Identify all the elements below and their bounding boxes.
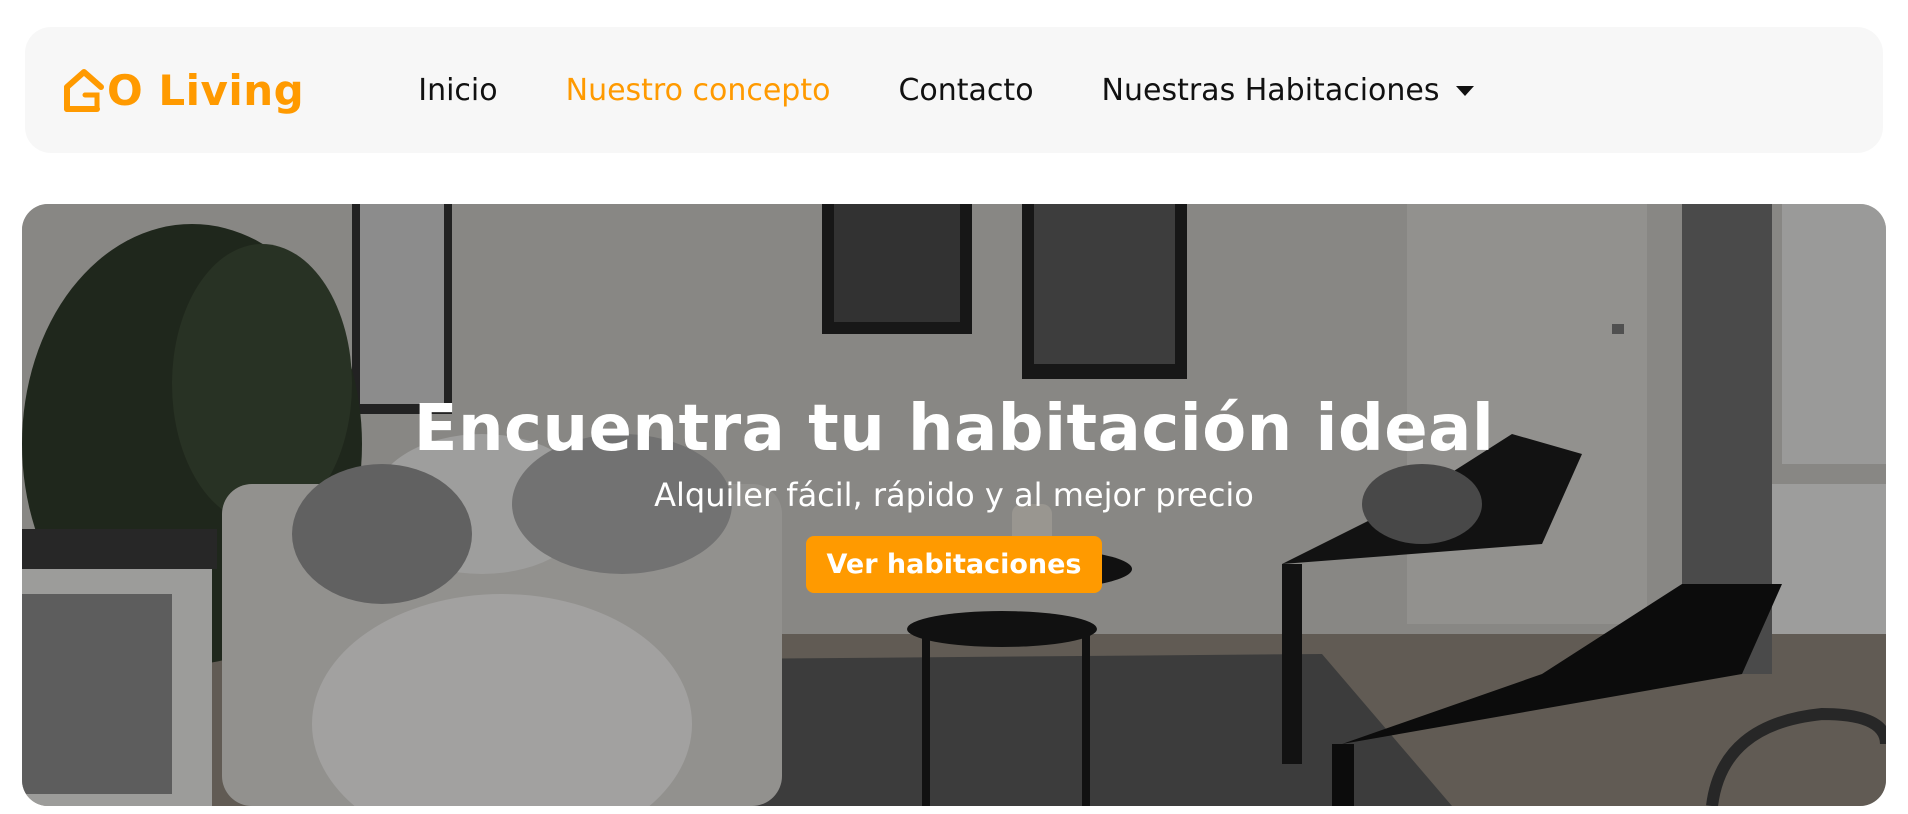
hero-content: Encuentra tu habitación ideal Alquiler f… — [22, 392, 1886, 594]
nav-link-nuestro-concepto[interactable]: Nuestro concepto — [566, 73, 831, 108]
nav-link-inicio[interactable]: Inicio — [418, 73, 497, 108]
brand-logo-link[interactable]: O Living — [63, 60, 304, 120]
brand-name: O Living — [107, 65, 305, 115]
ver-habitaciones-button[interactable]: Ver habitaciones — [806, 536, 1102, 594]
hero-subtitle: Alquiler fácil, rápido y al mejor precio — [654, 476, 1254, 515]
navbar: O Living Inicio Nuestro concepto Contact… — [25, 27, 1883, 153]
nav-dropdown-habitaciones[interactable]: Nuestras Habitaciones — [1102, 73, 1474, 108]
hero-title: Encuentra tu habitación ideal — [413, 392, 1495, 466]
house-icon — [63, 67, 105, 113]
nav-links: Inicio Nuestro concepto Contacto Nuestra… — [418, 73, 1541, 108]
hero-banner: Encuentra tu habitación ideal Alquiler f… — [22, 204, 1886, 806]
nav-link-contacto[interactable]: Contacto — [898, 73, 1033, 108]
chevron-down-icon — [1455, 86, 1474, 96]
nav-dropdown-label: Nuestras Habitaciones — [1101, 72, 1440, 108]
